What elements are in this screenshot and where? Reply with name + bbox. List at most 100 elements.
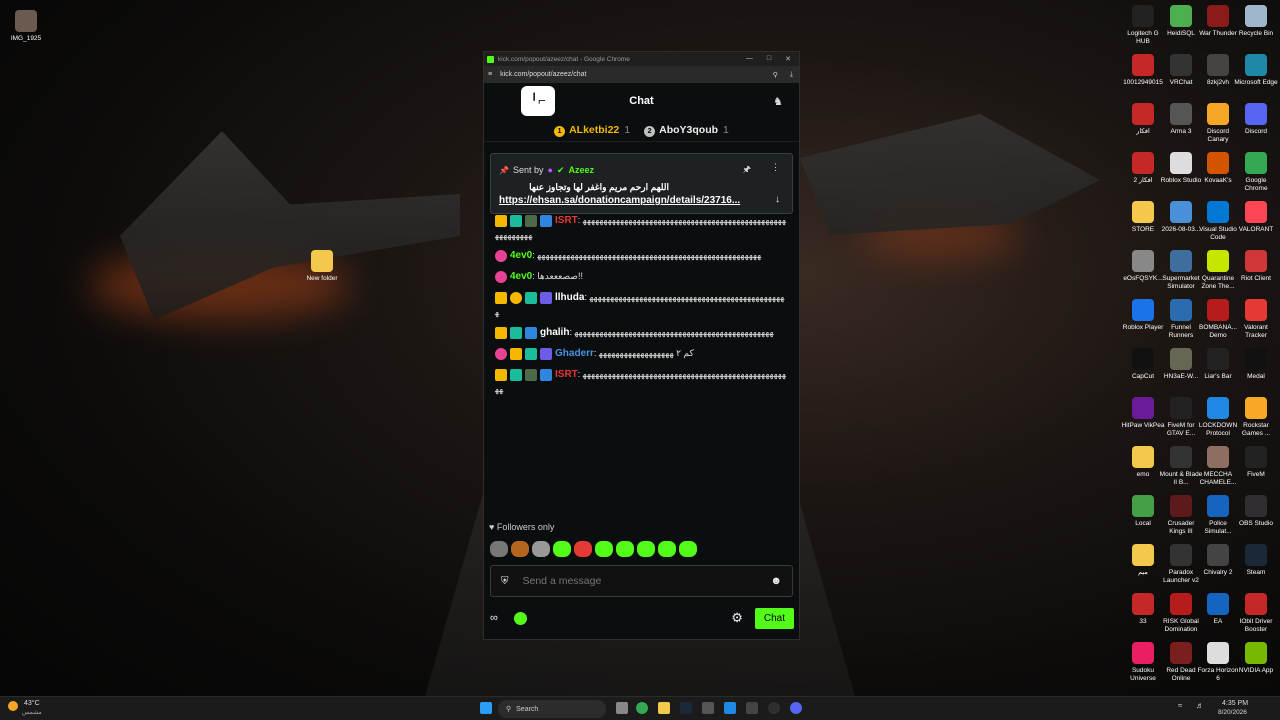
desktop-icon[interactable]: New folder [300, 250, 344, 283]
fivem-icon [1245, 446, 1267, 468]
chat-message[interactable]: ISRT: ﻬﻬﻬﻬﻬﻬﻬﻬﻬﻬﻬﻬﻬﻬﻬﻬﻬﻬﻬﻬﻬﻬﻬﻬﻬﻬﻬﻬﻬﻬﻬﻬﻬﻬ… [484, 210, 797, 245]
emote-icon[interactable] [616, 541, 634, 557]
image-icon [15, 10, 37, 32]
message-input-box[interactable]: ⛨ ☻ [490, 565, 793, 597]
kick-badge-icon [525, 368, 537, 381]
pinned-link[interactable]: https://ehsan.sa/donationcampaign/detail… [491, 193, 740, 206]
valorant-icon [1245, 201, 1267, 223]
chat-username[interactable]: ISRT [555, 215, 578, 226]
desktop-icon[interactable]: Discord [1234, 103, 1278, 136]
desktop-icon-label: Rockstar Games ... [1241, 422, 1271, 437]
emote-icon[interactable] [637, 541, 655, 557]
og-badge-icon [540, 347, 552, 360]
steam-icon [1245, 544, 1267, 566]
desktop-icon[interactable]: Riot Client [1234, 250, 1278, 283]
desktop-icon[interactable]: Steam [1234, 544, 1278, 577]
search-label: Search [516, 705, 539, 713]
pinned-author[interactable]: Azeez [568, 165, 594, 175]
desktop-icon[interactable]: IObit Driver Booster [1234, 593, 1278, 634]
desktop-icon[interactable]: Rockstar Games ... [1234, 397, 1278, 438]
chat-message[interactable]: 4ev0: صصعععدها!! [484, 266, 797, 287]
settings-gear-icon[interactable]: ⚙ [731, 610, 743, 626]
desktop-icon[interactable]: Recycle Bin [1234, 5, 1278, 38]
desktop-icon[interactable]: NVIDIA App [1234, 642, 1278, 675]
weather-desc[interactable]: مشمس [22, 709, 42, 716]
store-taskbar-icon[interactable] [702, 702, 714, 714]
emoji-icon[interactable]: ☻ [770, 575, 782, 587]
chat-message[interactable]: llhuda: ﻬﻬﻬﻬﻬﻬﻬﻬﻬﻬﻬﻬﻬﻬﻬﻬﻬﻬﻬﻬﻬﻬﻬﻬﻬﻬﻬﻬﻬﻬﻬﻬ… [484, 287, 797, 322]
send-chat-button[interactable]: Chat [754, 607, 794, 629]
desktop-icon[interactable]: Valorant Tracker [1234, 299, 1278, 340]
clock-date[interactable]: 8/20/2026 [1218, 709, 1247, 716]
chat-username[interactable]: ISRT [555, 369, 578, 380]
chat-username[interactable]: 4ev0 [510, 271, 532, 282]
discord-taskbar-icon[interactable] [790, 702, 802, 714]
kick-coin-icon[interactable] [513, 611, 527, 625]
volume-icon[interactable]: ♬ [1196, 701, 1204, 710]
chat-username[interactable]: Ghaderr [555, 348, 594, 359]
desktop-icon-label: NVIDIA App [1238, 667, 1274, 674]
warthunder-icon [1207, 5, 1229, 27]
chrome-taskbar-icon[interactable] [636, 702, 648, 714]
taskbar-search[interactable]: ⚲ Search [498, 700, 606, 718]
desktop-icon[interactable]: OBS Studio [1234, 495, 1278, 528]
users-icon[interactable]: ♞ [773, 95, 783, 108]
address-bar[interactable]: ≡ kick.com/popout/azeez/chat ⚲ ⤓ [484, 66, 799, 83]
steam-taskbar-icon[interactable] [680, 702, 692, 714]
site-info-icon[interactable]: ≡ [488, 71, 492, 78]
emote-icon[interactable] [490, 541, 508, 557]
maximize-icon[interactable]: □ [767, 55, 771, 63]
url-text[interactable]: kick.com/popout/azeez/chat [500, 71, 586, 78]
emote-icon[interactable] [595, 541, 613, 557]
leaderboard-entry[interactable]: 1 ALketbi22 1 [554, 124, 630, 137]
weather-temp[interactable]: 43°C [24, 700, 40, 707]
task-view-icon[interactable] [616, 702, 628, 714]
emote-icon[interactable] [511, 541, 529, 557]
unpin-icon[interactable]: 🖈 [743, 162, 751, 178]
more-options-icon[interactable]: ⋮ [771, 162, 780, 178]
verified-badge-icon: ✔ [556, 164, 565, 175]
minimize-icon[interactable]: — [746, 55, 753, 63]
chat-message[interactable]: Ghaderr: كم ٢ ﻬﻬﻬﻬﻬﻬﻬﻬﻬﻬﻬﻬﻬﻬﻬﻬﻬﻬ [484, 343, 797, 364]
app-taskbar-icon[interactable] [746, 702, 758, 714]
wifi-icon[interactable]: ≈ [1178, 701, 1182, 710]
download-icon[interactable]: ⤓ [790, 71, 793, 79]
emote-icon[interactable] [658, 541, 676, 557]
chat-username[interactable]: ghalih [540, 327, 569, 338]
desktop-icon[interactable]: VALORANT [1234, 201, 1278, 234]
weather-icon[interactable] [8, 701, 18, 711]
zoom-icon[interactable]: ⚲ [773, 71, 778, 79]
paradox-icon [1170, 544, 1192, 566]
clock-time[interactable]: 4:35 PM [1222, 700, 1248, 707]
chat-username[interactable]: 4ev0 [510, 250, 532, 261]
chat-message[interactable]: ghalih: ﻬﻬﻬﻬﻬﻬﻬﻬﻬﻬﻬﻬﻬﻬﻬﻬﻬﻬﻬﻬﻬﻬﻬﻬﻬﻬﻬﻬﻬﻬﻬﻬ… [484, 322, 797, 343]
pinned-message[interactable]: 📌 Sent by ● ✔ Azeez 🖈 ⋮ اللهم ارحم مريم … [490, 153, 793, 214]
desktop-icon[interactable]: Microsoft Edge [1234, 54, 1278, 87]
shield-icon[interactable]: ⛨ [501, 576, 509, 587]
windows-start-icon[interactable] [480, 702, 492, 714]
kick-logo-icon[interactable]: ╵⌐ [521, 86, 555, 116]
desktop-icon[interactable]: IMG_1925 [4, 10, 48, 43]
desktop-icon[interactable]: Google Chrome [1234, 152, 1278, 193]
mail-taskbar-icon[interactable] [724, 702, 736, 714]
infinity-icon[interactable]: ∞ [490, 612, 498, 624]
obs-taskbar-icon[interactable] [768, 702, 780, 714]
close-icon[interactable]: ✕ [785, 55, 791, 63]
file-explorer-icon[interactable] [658, 702, 670, 714]
leaderboard-entry[interactable]: 2 AboY3qoub 1 [644, 124, 729, 137]
emote-icon[interactable] [574, 541, 592, 557]
desktop-icon[interactable]: Medal [1234, 348, 1278, 381]
emote-icon[interactable] [553, 541, 571, 557]
chat-message[interactable]: 4ev0: ﻬﻬﻬﻬﻬﻬﻬﻬﻬﻬﻬﻬﻬﻬﻬﻬﻬﻬﻬﻬﻬﻬﻬﻬﻬﻬﻬﻬﻬﻬﻬﻬﻬﻬ… [484, 245, 797, 266]
chat-username[interactable]: llhuda [555, 292, 584, 303]
desktop-icon-label: Riot Client [1241, 275, 1271, 282]
desktop-icon-label: Valorant Tracker [1244, 324, 1268, 339]
chat-message-text: كم ٢ ﻬﻬﻬﻬﻬﻬﻬﻬﻬﻬﻬﻬﻬﻬﻬﻬﻬﻬ [598, 348, 694, 358]
emote-icon[interactable] [679, 541, 697, 557]
desktop-icon[interactable]: FiveM [1234, 446, 1278, 479]
pdf-icon [1132, 152, 1154, 174]
chat-message[interactable]: ISRT: ﻬﻬﻬﻬﻬﻬﻬﻬﻬﻬﻬﻬﻬﻬﻬﻬﻬﻬﻬﻬﻬﻬﻬﻬﻬﻬﻬﻬﻬﻬﻬﻬﻬﻬ… [484, 364, 797, 399]
expand-arrow-icon[interactable]: ↓ [775, 194, 792, 205]
emote-icon[interactable] [532, 541, 550, 557]
message-input[interactable] [520, 574, 765, 588]
